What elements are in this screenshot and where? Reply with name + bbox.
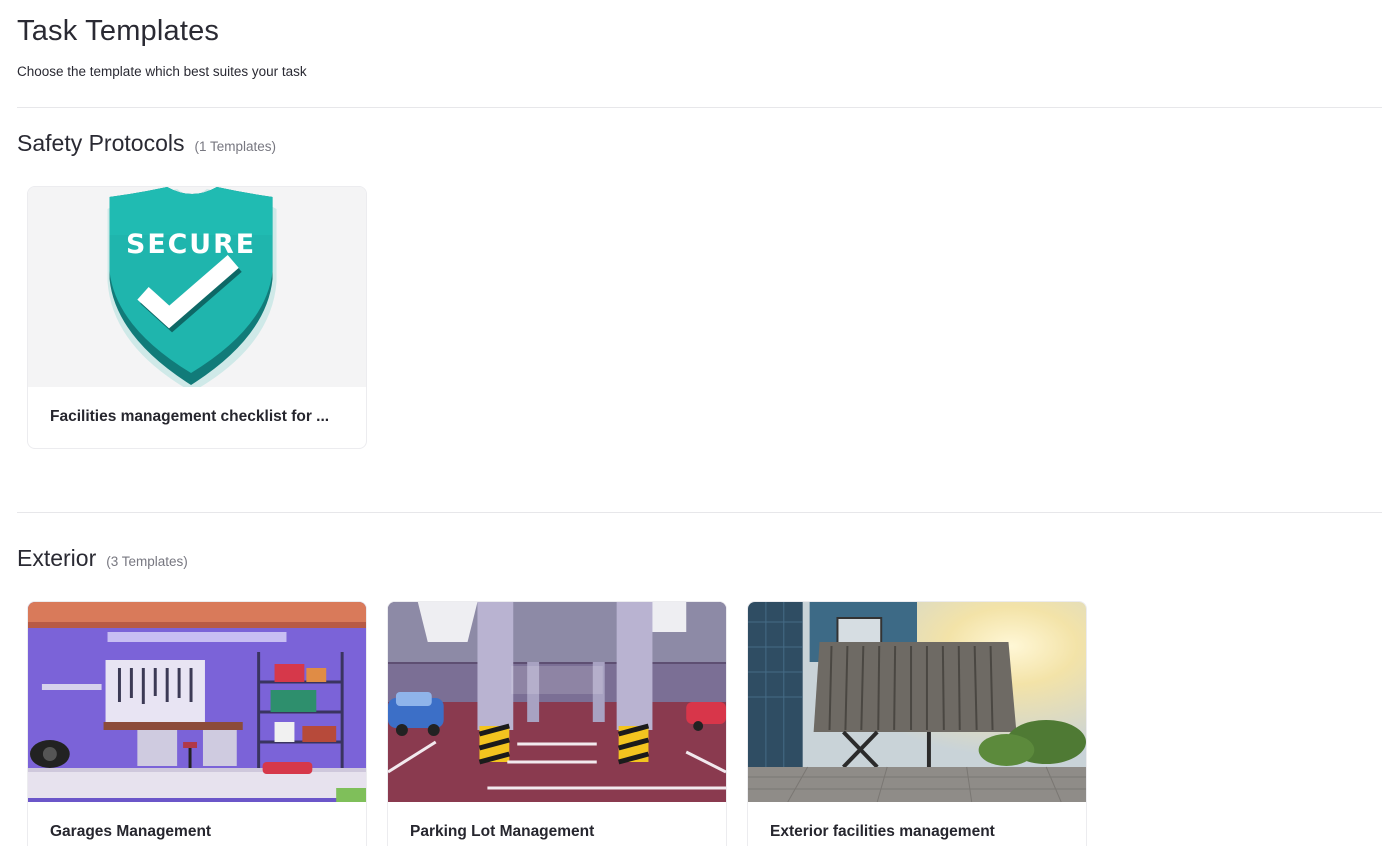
section-header-safety-protocols: Safety Protocols (1 Templates)	[17, 130, 276, 157]
shield-secure-text: SECURE	[126, 229, 256, 260]
section-count: (1 Templates)	[194, 139, 277, 154]
section-title: Exterior	[17, 545, 97, 571]
card-title: Garages Management	[50, 823, 212, 840]
template-card-garages[interactable]: Garages Management	[27, 601, 367, 846]
shield-secure-image: SECURE	[28, 187, 366, 387]
parking-lot-illustration-image	[388, 602, 726, 802]
card-body: Parking Lot Management	[388, 802, 726, 846]
page-subtitle: Choose the template which best suites yo…	[17, 64, 307, 79]
card-title: Exterior facilities management	[770, 823, 995, 840]
card-body: Garages Management	[28, 802, 366, 846]
card-title: Facilities management checklist for ...	[50, 408, 330, 425]
page-title: Task Templates	[17, 15, 220, 47]
section-divider	[17, 512, 1382, 513]
section-title: Safety Protocols	[17, 130, 185, 156]
task-templates-page: Task Templates Choose the template which…	[0, 0, 1382, 846]
section-count: (3 Templates)	[106, 554, 188, 569]
template-card-facilities-checklist[interactable]: SECURE Facilities management checklist f…	[27, 186, 367, 449]
template-card-parking-lot[interactable]: Parking Lot Management	[387, 601, 727, 846]
header-divider	[17, 107, 1382, 108]
card-title: Parking Lot Management	[410, 823, 595, 840]
exterior-building-photo	[748, 602, 1086, 802]
template-card-exterior-facilities[interactable]: Exterior facilities management	[747, 601, 1087, 846]
card-body: Facilities management checklist for ...	[28, 387, 366, 448]
section-header-exterior: Exterior (3 Templates)	[17, 545, 188, 572]
garage-illustration-image	[28, 602, 366, 802]
card-body: Exterior facilities management	[748, 802, 1086, 846]
